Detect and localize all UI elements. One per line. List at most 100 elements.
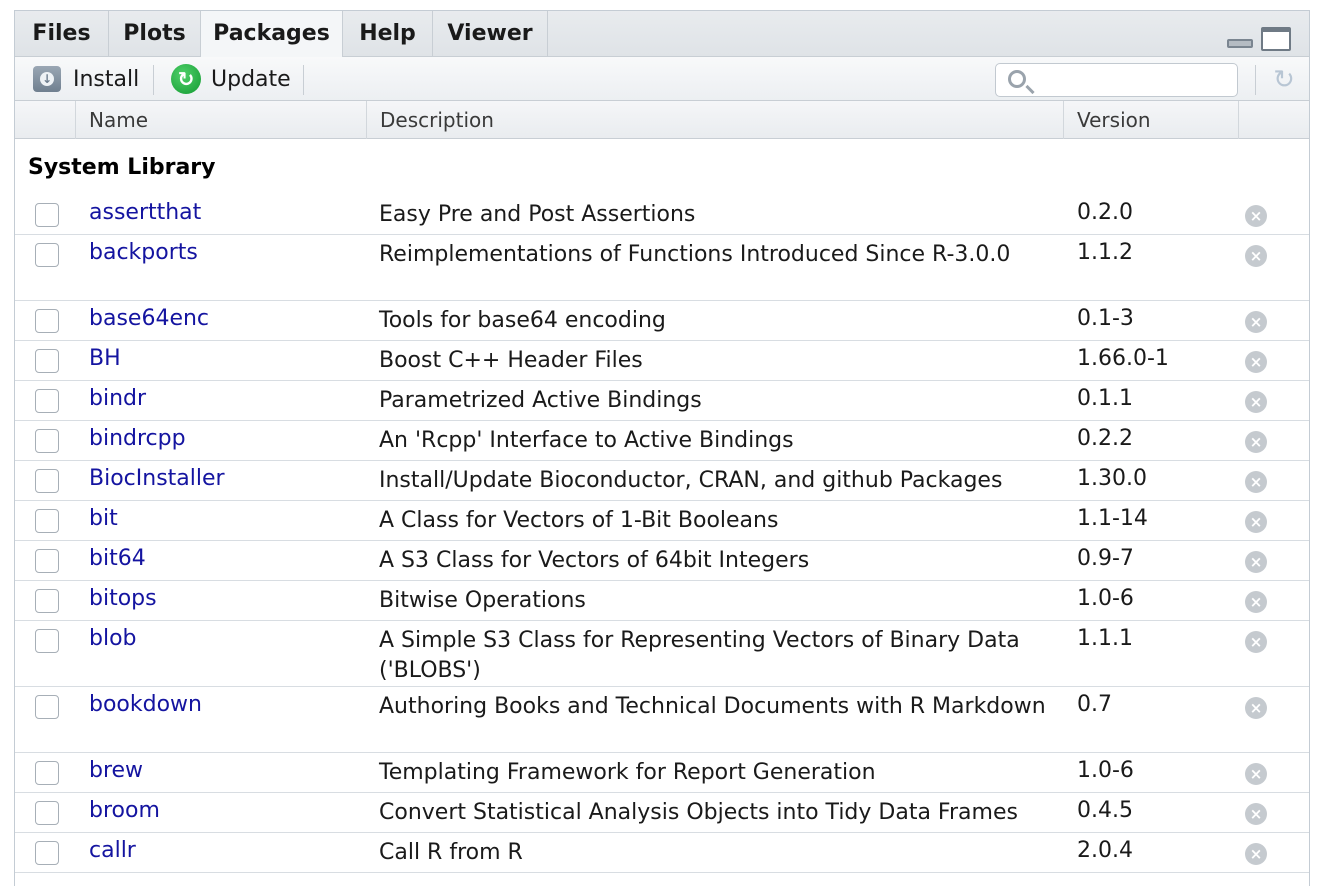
package-version: 1.66.0-1 bbox=[1077, 346, 1169, 371]
toolbar-divider bbox=[1255, 65, 1256, 95]
tab-help[interactable]: Help bbox=[343, 11, 433, 57]
package-description: Tools for base64 encoding bbox=[379, 308, 666, 333]
package-checkbox[interactable] bbox=[35, 389, 59, 413]
remove-package-icon[interactable]: × bbox=[1245, 311, 1267, 333]
package-description: Easy Pre and Post Assertions bbox=[379, 202, 696, 227]
package-description: Convert Statistical Analysis Objects int… bbox=[379, 800, 1018, 825]
table-row: base64enc Tools for base64 encoding 0.1-3 × bbox=[15, 301, 1309, 341]
install-icon: ↓ bbox=[33, 66, 61, 92]
table-row: bookdown Authoring Books and Technical Do… bbox=[15, 687, 1309, 753]
package-checkbox[interactable] bbox=[35, 309, 59, 333]
column-header-name[interactable]: Name bbox=[75, 101, 367, 139]
tab-packages[interactable]: Packages bbox=[200, 11, 343, 58]
package-version: 0.1.1 bbox=[1077, 386, 1133, 411]
package-name-link[interactable]: assertthat bbox=[89, 200, 201, 225]
package-description: A Class for Vectors of 1-Bit Booleans bbox=[379, 508, 779, 533]
package-checkbox[interactable] bbox=[35, 761, 59, 785]
package-description: Templating Framework for Report Generati… bbox=[379, 760, 876, 785]
package-name-link[interactable]: bit bbox=[89, 506, 118, 531]
package-description: Install/Update Bioconductor, CRAN, and g… bbox=[379, 468, 1003, 493]
column-header-version[interactable]: Version bbox=[1063, 101, 1239, 139]
package-name-link[interactable]: bindrcpp bbox=[89, 426, 186, 451]
package-list: assertthat Easy Pre and Post Assertions 0.… bbox=[15, 195, 1309, 873]
package-checkbox[interactable] bbox=[35, 629, 59, 653]
search-box bbox=[995, 63, 1238, 97]
remove-package-icon[interactable]: × bbox=[1245, 245, 1267, 267]
package-checkbox[interactable] bbox=[35, 589, 59, 613]
minimize-icon[interactable] bbox=[1227, 39, 1253, 48]
package-name-link[interactable]: blob bbox=[89, 626, 137, 651]
remove-package-icon[interactable]: × bbox=[1245, 351, 1267, 373]
remove-package-icon[interactable]: × bbox=[1245, 843, 1267, 865]
package-name-link[interactable]: bitops bbox=[89, 586, 157, 611]
package-description: A Simple S3 Class for Representing Vecto… bbox=[379, 628, 1020, 683]
update-icon: ↻ bbox=[171, 64, 201, 94]
package-name-link[interactable]: BiocInstaller bbox=[89, 466, 225, 491]
remove-package-icon[interactable]: × bbox=[1245, 591, 1267, 613]
package-version: 0.2.0 bbox=[1077, 200, 1133, 225]
package-checkbox[interactable] bbox=[35, 243, 59, 267]
remove-package-icon[interactable]: × bbox=[1245, 511, 1267, 533]
install-button[interactable]: ↓ Install bbox=[33, 57, 139, 101]
package-description: Boost C++ Header Files bbox=[379, 348, 643, 373]
package-name-link[interactable]: callr bbox=[89, 838, 136, 863]
update-button[interactable]: ↻ Update bbox=[171, 57, 291, 101]
table-row: blob A Simple S3 Class for Representing V… bbox=[15, 621, 1309, 687]
tab-plots[interactable]: Plots bbox=[109, 11, 201, 57]
tab-viewer[interactable]: Viewer bbox=[433, 11, 548, 57]
package-version: 2.0.4 bbox=[1077, 838, 1133, 863]
package-checkbox[interactable] bbox=[35, 469, 59, 493]
package-name-link[interactable]: backports bbox=[89, 240, 198, 265]
remove-package-icon[interactable]: × bbox=[1245, 631, 1267, 653]
package-checkbox[interactable] bbox=[35, 349, 59, 373]
table-row: BiocInstaller Install/Update Bioconductor… bbox=[15, 461, 1309, 501]
package-version: 1.30.0 bbox=[1077, 466, 1147, 491]
package-version: 1.1.2 bbox=[1077, 240, 1133, 265]
package-description: Authoring Books and Technical Documents … bbox=[379, 694, 1046, 719]
package-name-link[interactable]: broom bbox=[89, 798, 160, 823]
package-checkbox[interactable] bbox=[35, 841, 59, 865]
search-input[interactable] bbox=[1040, 68, 1230, 92]
search-icon bbox=[1008, 70, 1026, 88]
table-row: bitops Bitwise Operations 1.0-6 × bbox=[15, 581, 1309, 621]
package-version: 1.1-14 bbox=[1077, 506, 1148, 531]
column-header-row: Name Description Version bbox=[15, 101, 1309, 139]
remove-package-icon[interactable]: × bbox=[1245, 803, 1267, 825]
column-header-description[interactable]: Description bbox=[366, 101, 1064, 139]
remove-package-icon[interactable]: × bbox=[1245, 763, 1267, 785]
table-row: assertthat Easy Pre and Post Assertions 0.… bbox=[15, 195, 1309, 235]
remove-package-icon[interactable]: × bbox=[1245, 431, 1267, 453]
package-name-link[interactable]: BH bbox=[89, 346, 121, 371]
remove-package-icon[interactable]: × bbox=[1245, 551, 1267, 573]
package-version: 1.1.1 bbox=[1077, 626, 1133, 651]
remove-package-icon[interactable]: × bbox=[1245, 471, 1267, 493]
tab-files[interactable]: Files bbox=[15, 11, 109, 57]
package-version: 1.0-6 bbox=[1077, 586, 1134, 611]
package-version: 0.7 bbox=[1077, 692, 1112, 717]
package-checkbox[interactable] bbox=[35, 509, 59, 533]
package-name-link[interactable]: bookdown bbox=[89, 692, 202, 717]
package-checkbox[interactable] bbox=[35, 429, 59, 453]
refresh-icon[interactable]: ↻ bbox=[1269, 65, 1299, 95]
package-name-link[interactable]: bit64 bbox=[89, 546, 146, 571]
table-row: broom Convert Statistical Analysis Object… bbox=[15, 793, 1309, 833]
remove-package-icon[interactable]: × bbox=[1245, 391, 1267, 413]
package-name-link[interactable]: base64enc bbox=[89, 306, 209, 331]
package-version: 0.9-7 bbox=[1077, 546, 1134, 571]
package-checkbox[interactable] bbox=[35, 203, 59, 227]
package-name-link[interactable]: bindr bbox=[89, 386, 146, 411]
package-description: A S3 Class for Vectors of 64bit Integers bbox=[379, 548, 810, 573]
table-row: backports Reimplementations of Functions … bbox=[15, 235, 1309, 301]
table-row: brew Templating Framework for Report Gene… bbox=[15, 753, 1309, 793]
remove-package-icon[interactable]: × bbox=[1245, 205, 1267, 227]
package-checkbox[interactable] bbox=[35, 801, 59, 825]
package-checkbox[interactable] bbox=[35, 695, 59, 719]
package-description: Reimplementations of Functions Introduce… bbox=[379, 242, 1011, 267]
package-name-link[interactable]: brew bbox=[89, 758, 143, 783]
packages-pane: Files Plots Packages Help Viewer ↓ Insta… bbox=[14, 10, 1310, 886]
toolbar-divider bbox=[153, 65, 154, 95]
update-label: Update bbox=[211, 66, 291, 92]
package-checkbox[interactable] bbox=[35, 549, 59, 573]
remove-package-icon[interactable]: × bbox=[1245, 697, 1267, 719]
maximize-icon[interactable] bbox=[1261, 27, 1291, 51]
